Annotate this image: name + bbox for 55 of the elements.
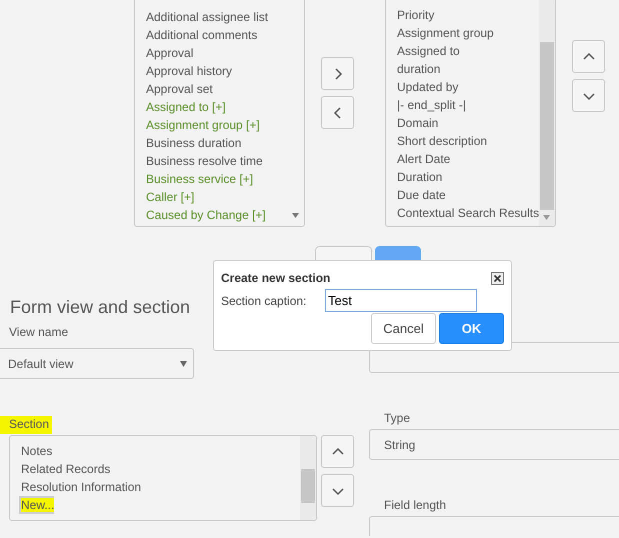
list-item[interactable]: duration bbox=[386, 60, 440, 78]
move-right-button[interactable] bbox=[321, 57, 354, 90]
close-icon[interactable] bbox=[491, 272, 504, 284]
list-item[interactable]: Related Records bbox=[19, 460, 110, 478]
list-item[interactable]: Approval history bbox=[135, 62, 232, 80]
field-label: Field length bbox=[384, 497, 448, 514]
list-item[interactable]: Business service [+] bbox=[135, 170, 254, 188]
list-item[interactable]: Due date bbox=[386, 186, 446, 204]
list-item[interactable]: Approval bbox=[135, 44, 194, 62]
field-label: View name bbox=[9, 324, 70, 341]
list-item[interactable]: Alert Date bbox=[386, 150, 450, 168]
chevron-left-icon bbox=[332, 106, 344, 118]
field-label: Type bbox=[384, 410, 412, 427]
list-item[interactable]: Updated by bbox=[386, 78, 458, 96]
chevron-up-icon bbox=[582, 50, 594, 62]
list-item[interactable]: Short description bbox=[386, 132, 488, 150]
move-up-button[interactable] bbox=[321, 435, 354, 468]
field-label: Section bbox=[0, 416, 52, 434]
list-item[interactable]: Business duration bbox=[135, 134, 242, 152]
scrollbar-thumb[interactable] bbox=[301, 469, 315, 503]
dialog-title: Create new section bbox=[221, 270, 330, 287]
type-field[interactable]: String bbox=[369, 429, 619, 460]
scrollbar-thumb[interactable] bbox=[540, 42, 554, 210]
list-item[interactable]: Assigned to [+] bbox=[135, 98, 226, 116]
chevron-up-icon bbox=[332, 446, 344, 458]
dropdown-icon bbox=[180, 360, 187, 366]
list-item[interactable]: Business resolve time bbox=[135, 152, 263, 170]
list-item[interactable]: Assignment group bbox=[386, 24, 494, 42]
scroll-down-icon[interactable] bbox=[292, 213, 299, 218]
move-down-button[interactable] bbox=[321, 474, 354, 507]
move-down-button[interactable] bbox=[572, 79, 605, 112]
list-item[interactable]: Duration bbox=[386, 168, 442, 186]
view-select[interactable]: Default view bbox=[0, 348, 194, 379]
list-item[interactable]: |- end_split -| bbox=[386, 96, 466, 114]
list-item[interactable]: Additional comments bbox=[135, 26, 258, 44]
caption-input[interactable]: Test bbox=[325, 289, 477, 312]
text-field[interactable] bbox=[369, 516, 619, 536]
list-item[interactable]: Approval set bbox=[135, 80, 213, 98]
list-item[interactable]: Contextual Search Results bbox=[386, 204, 540, 222]
list-item[interactable]: Additional assignee list bbox=[135, 8, 268, 26]
dialog-button[interactable]: Cancel bbox=[371, 313, 436, 344]
section-heading: Form view and section bbox=[10, 296, 190, 319]
field-label: Section caption: bbox=[221, 292, 308, 310]
list-item[interactable]: Assigned to bbox=[386, 42, 460, 60]
list-item[interactable]: Domain bbox=[386, 114, 438, 132]
list-item[interactable]: Assignment group [+] bbox=[135, 116, 260, 134]
scroll-down-icon[interactable] bbox=[543, 215, 550, 220]
list-item[interactable]: Caused by Change [+] bbox=[135, 206, 266, 224]
list-item[interactable]: Notes bbox=[19, 442, 52, 460]
list-item[interactable]: Resolution Information bbox=[19, 478, 142, 496]
list-item[interactable]: New... bbox=[19, 496, 54, 514]
move-left-button[interactable] bbox=[321, 96, 354, 129]
move-up-button[interactable] bbox=[572, 40, 605, 73]
list-item[interactable]: Priority bbox=[386, 6, 434, 24]
list-item[interactable]: Caller [+] bbox=[135, 188, 194, 206]
